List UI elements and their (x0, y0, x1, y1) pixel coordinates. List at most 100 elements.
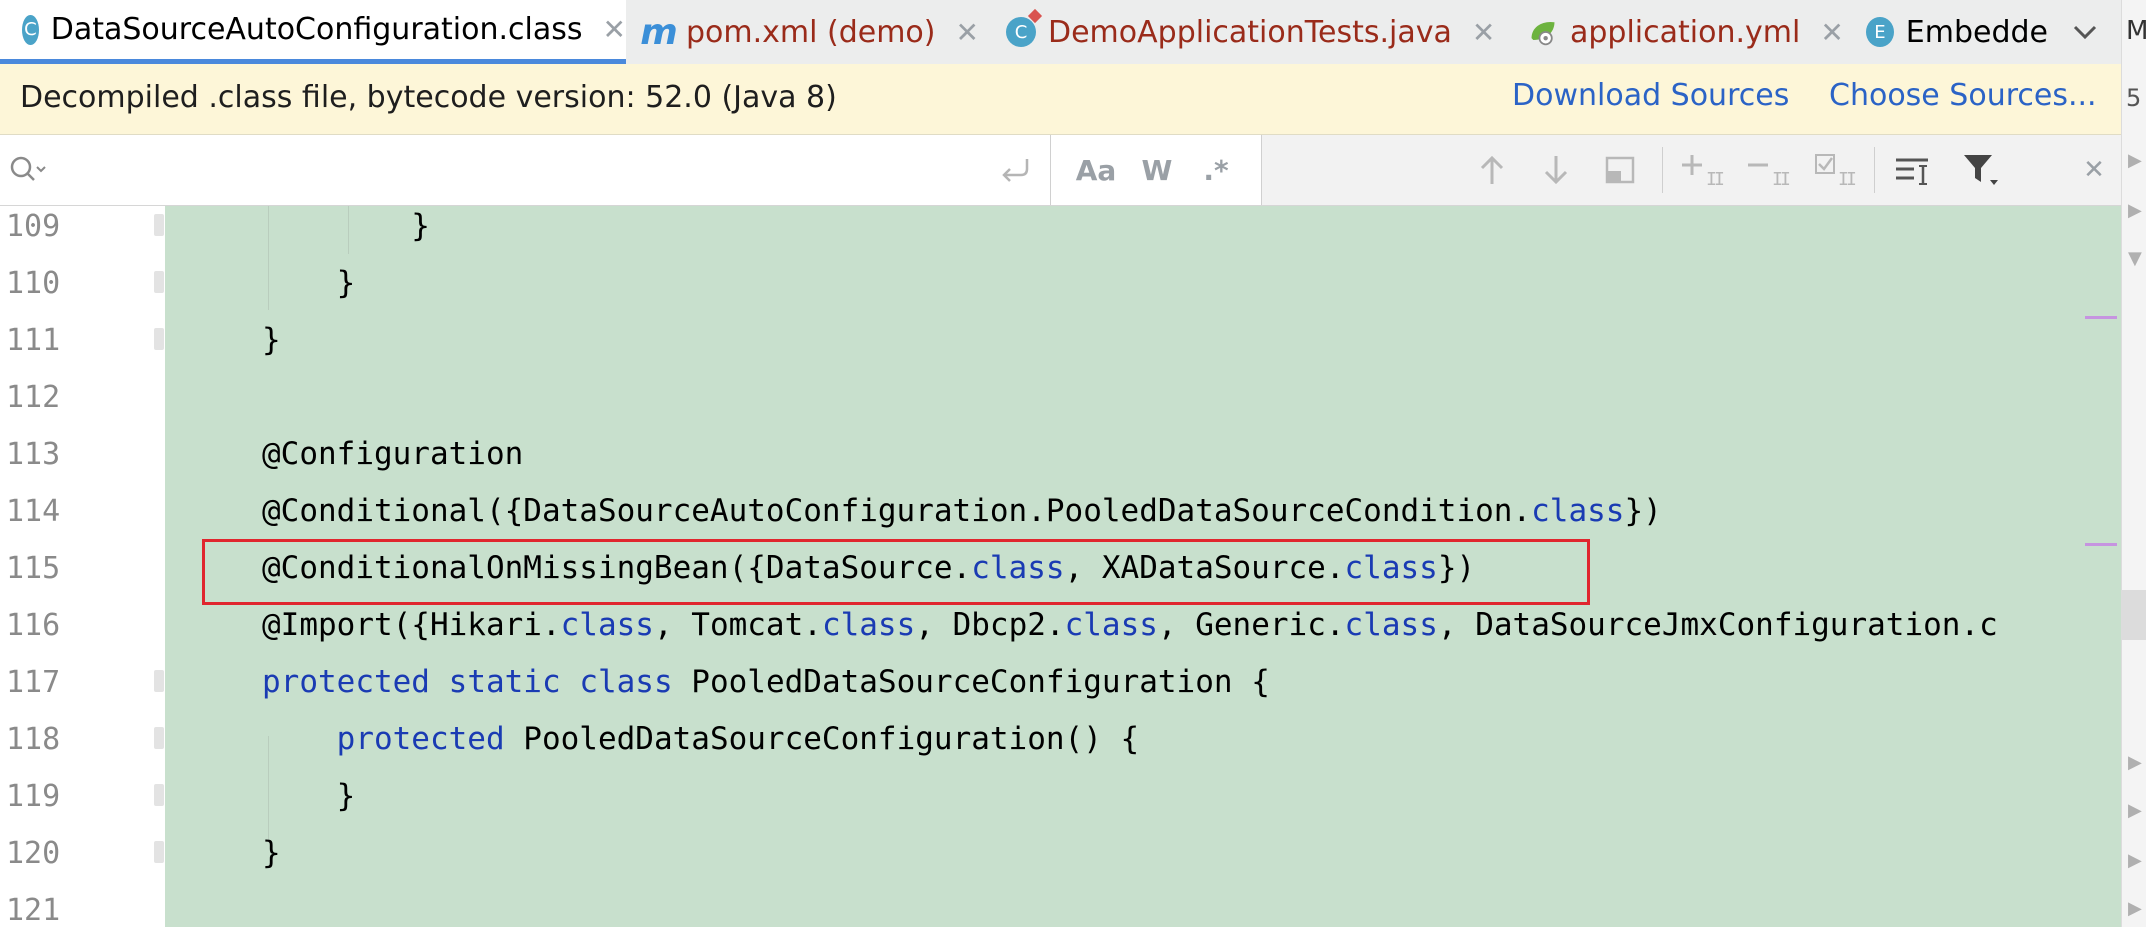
code-editor[interactable]: 109 110 111 112 113 114 115 116 117 118 … (0, 206, 2121, 927)
line-number: 121 (6, 893, 61, 927)
match-case-toggle[interactable]: Aa (1073, 152, 1119, 188)
close-tab-icon[interactable]: ✕ (1472, 16, 1495, 49)
separator (1662, 147, 1663, 193)
next-occurrence-button[interactable] (1536, 152, 1576, 188)
remove-selection-icon: I I (1748, 163, 1791, 187)
tabs-overflow-dropdown[interactable] (2048, 0, 2121, 64)
close-tab-icon[interactable]: ✕ (603, 13, 626, 46)
banner-text: Decompiled .class file, bytecode version… (20, 80, 837, 115)
tab-label: DataSourceAutoConfiguration.class (50, 12, 583, 47)
new-line-icon[interactable] (996, 152, 1036, 188)
fold-marker[interactable] (154, 328, 164, 350)
error-stripe-mark[interactable] (2085, 316, 2117, 319)
window-icon (1605, 156, 1635, 184)
fold-marker[interactable] (154, 271, 164, 293)
expand-arrow-icon[interactable]: ▶ (2128, 850, 2142, 871)
search-input[interactable] (58, 149, 962, 191)
select-all-occurrences-button[interactable]: I I (1812, 152, 1860, 188)
fold-marker[interactable] (154, 670, 164, 692)
fold-marker[interactable] (154, 841, 164, 863)
error-stripe-mark[interactable] (2085, 543, 2117, 546)
remove-occurrence-button[interactable]: I I (1746, 152, 1794, 188)
text-selection-icon (1896, 158, 1928, 185)
enter-icon (1002, 159, 1029, 182)
tab-demoapplicationtests[interactable]: C DemoApplicationTests.java ✕ (984, 0, 1502, 64)
search-field (0, 135, 1048, 205)
test-marker-icon (1027, 8, 1043, 24)
svg-text:I: I (1846, 169, 1857, 187)
close-tab-icon[interactable]: ✕ (1820, 16, 1843, 49)
right-strip-label: 5 (2126, 84, 2142, 112)
fold-marker[interactable] (154, 214, 164, 236)
code-line[interactable]: } (262, 206, 430, 255)
tab-datasourceautoconfiguration[interactable]: C DataSourceAutoConfiguration.class ✕ (0, 0, 626, 64)
expand-arrow-icon[interactable]: ▶ (2128, 800, 2142, 821)
tab-label: application.yml (1570, 14, 1801, 50)
right-tool-strip: M 5 ▶ ▶ ▼ ▶ ▶ ▶ ▶ (2121, 0, 2146, 927)
vertical-scrollbar-thumb[interactable] (2121, 590, 2146, 640)
filter-search-results-button[interactable] (1600, 152, 1640, 188)
tab-pom-xml[interactable]: m pom.xml (demo) ✕ (626, 0, 984, 64)
enum-icon: E (1866, 17, 1894, 47)
annotation-highlight-box (202, 539, 1590, 605)
tab-label: pom.xml (demo) (686, 14, 936, 50)
expand-arrow-icon[interactable]: ▶ (2128, 898, 2142, 919)
expand-arrow-icon[interactable]: ▶ (2128, 200, 2142, 221)
maven-icon: m (640, 11, 678, 53)
line-number: 115 (6, 551, 61, 586)
chevron-down-icon (2073, 25, 2096, 40)
close-search-icon[interactable]: ✕ (2074, 152, 2114, 188)
find-toolbar: Aa W .* I I I I I I ✕ (0, 135, 2121, 206)
code-line[interactable]: @Configuration (262, 426, 523, 483)
arrow-up-icon (1480, 155, 1504, 184)
tab-embedded[interactable]: E Embedde (1844, 0, 2048, 64)
line-number: 113 (6, 437, 61, 472)
line-number: 120 (6, 836, 61, 871)
test-class-icon: C (1006, 8, 1043, 47)
line-number: 114 (6, 494, 61, 529)
line-number: 109 (6, 209, 61, 244)
add-occurrence-button[interactable]: I I (1680, 152, 1728, 188)
expand-arrow-icon[interactable]: ▶ (2128, 150, 2142, 171)
spring-config-icon (1528, 17, 1558, 47)
code-line[interactable]: } (262, 768, 356, 825)
in-selection-button[interactable] (1890, 152, 1938, 188)
line-number: 110 (6, 266, 61, 301)
line-number: 112 (6, 380, 61, 415)
search-history-icon[interactable] (6, 152, 50, 188)
code-line[interactable]: protected PooledDataSourceConfiguration(… (262, 711, 1140, 768)
code-line[interactable]: protected static class PooledDataSourceC… (262, 654, 1270, 711)
code-line[interactable]: } (262, 255, 356, 312)
tab-label: DemoApplicationTests.java (1048, 14, 1452, 50)
close-tab-icon[interactable]: ✕ (956, 16, 979, 49)
choose-sources-link[interactable]: Choose Sources... (1829, 78, 2097, 113)
filter-button[interactable] (1958, 152, 2006, 188)
separator (1874, 147, 1875, 193)
line-number: 119 (6, 779, 61, 814)
download-sources-link[interactable]: Download Sources (1512, 78, 1789, 113)
line-number: 117 (6, 665, 61, 700)
whole-words-toggle[interactable]: W (1137, 152, 1177, 188)
icon-letter: C (1014, 21, 1028, 43)
fold-marker[interactable] (154, 727, 164, 749)
search-options: Aa W .* (1050, 135, 1262, 205)
regex-toggle[interactable]: .* (1193, 152, 1239, 188)
tab-application-yml[interactable]: application.yml ✕ (1502, 0, 1844, 64)
code-line[interactable]: } (262, 312, 281, 369)
right-strip-label: M (2126, 16, 2146, 46)
line-number: 111 (6, 323, 61, 358)
code-line[interactable]: @Import({Hikari.class, Tomcat.class, Dbc… (262, 597, 1998, 654)
select-all-icon: I I (1815, 154, 1857, 187)
code-line[interactable]: } (262, 825, 281, 882)
collapse-arrow-icon[interactable]: ▼ (2128, 248, 2142, 269)
search-navigation: I I I I I I ✕ (1262, 135, 2121, 205)
line-number: 116 (6, 608, 61, 643)
previous-occurrence-button[interactable] (1472, 152, 1512, 188)
tab-label: Embedde (1905, 14, 2048, 50)
fold-marker[interactable] (154, 784, 164, 806)
decompiled-banner: Decompiled .class file, bytecode version… (0, 64, 2121, 135)
svg-text:I: I (1714, 169, 1725, 187)
expand-arrow-icon[interactable]: ▶ (2128, 752, 2142, 773)
code-line[interactable]: @Conditional({DataSourceAutoConfiguratio… (262, 483, 1662, 540)
editor-tab-bar: C DataSourceAutoConfiguration.class ✕ m … (0, 0, 2121, 65)
